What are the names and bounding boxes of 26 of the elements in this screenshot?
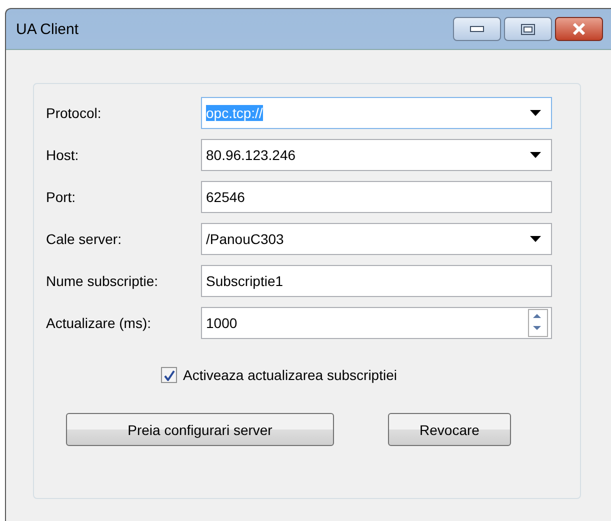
field-label: Cale server: xyxy=(46,231,122,247)
maximize-icon xyxy=(521,24,535,34)
spin-field[interactable]: 1000 xyxy=(201,307,552,339)
fetch-config-button[interactable]: Preia configurari server xyxy=(66,413,334,446)
dropdown-arrow-icon[interactable] xyxy=(530,152,541,158)
field-label: Port: xyxy=(46,189,77,205)
cancel-button[interactable]: Revocare xyxy=(388,413,511,446)
combo-box[interactable]: /PanouC303 xyxy=(201,223,552,255)
combo-box[interactable]: 80.96.123.246 xyxy=(201,139,552,171)
close-icon xyxy=(571,23,587,35)
input-field[interactable]: 62546 xyxy=(201,181,552,213)
input-field[interactable]: Subscriptie1 xyxy=(201,265,552,297)
maximize-button[interactable] xyxy=(504,17,552,41)
field-label: Nume subscriptie: xyxy=(46,273,160,289)
minimize-icon xyxy=(470,26,484,32)
window-title: UA Client xyxy=(16,20,80,38)
field-label: Actualizare (ms): xyxy=(46,315,152,331)
minimize-button[interactable] xyxy=(453,17,501,41)
close-button[interactable] xyxy=(555,17,603,41)
dropdown-arrow-icon[interactable] xyxy=(530,110,541,116)
spin-buttons[interactable] xyxy=(528,309,548,337)
checkbox-label[interactable]: Activeaza actualizarea subscriptiei xyxy=(183,367,397,383)
field-label: Host: xyxy=(46,147,80,163)
dropdown-arrow-icon[interactable] xyxy=(530,236,541,242)
field-label: Protocol: xyxy=(46,105,102,121)
checkbox[interactable] xyxy=(161,367,177,383)
